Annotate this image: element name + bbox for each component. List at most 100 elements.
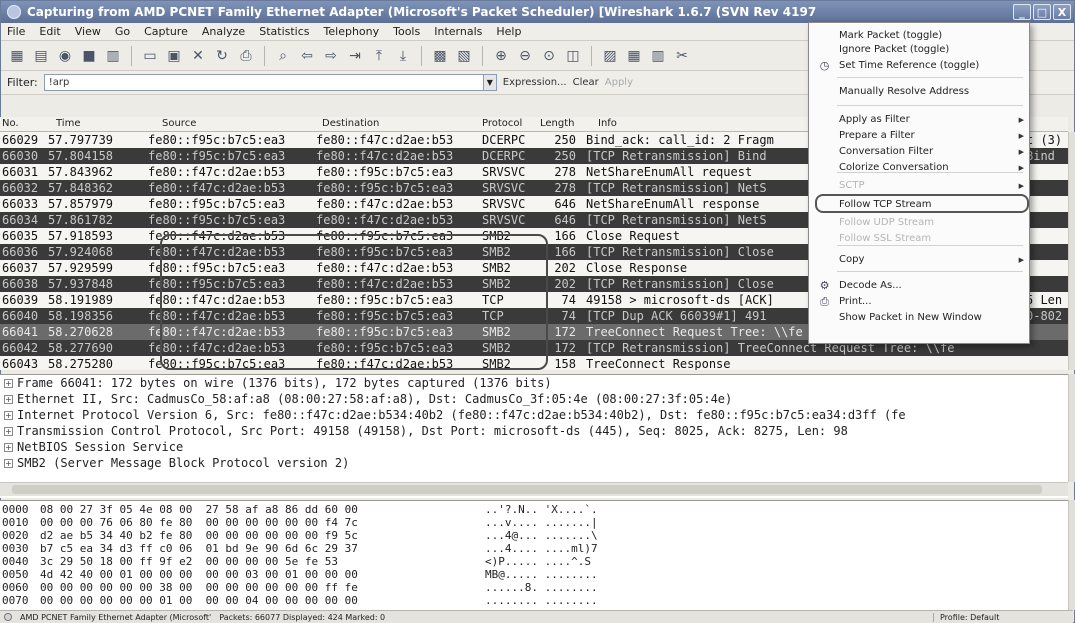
column-info[interactable]: Info xyxy=(598,118,617,129)
menu-capture[interactable]: Capture xyxy=(144,25,188,38)
expand-icon[interactable]: + xyxy=(4,427,13,436)
go-to-packet-icon[interactable]: ⇥ xyxy=(345,46,365,66)
menu-item-prepare-a-filter[interactable]: Prepare a Filter ▶ xyxy=(839,129,1024,143)
close-button[interactable]: X xyxy=(1053,4,1071,20)
menu-item-print[interactable]: Print... xyxy=(839,295,1024,309)
expand-icon[interactable]: + xyxy=(4,411,13,420)
go-back-icon[interactable]: ⇦ xyxy=(297,46,317,66)
open-file-icon[interactable]: ▭ xyxy=(140,46,160,66)
menu-internals[interactable]: Internals xyxy=(434,25,482,38)
packet-list-scrollbar[interactable] xyxy=(1068,132,1075,370)
menu-statistics[interactable]: Statistics xyxy=(259,25,309,38)
details-scrollbar[interactable] xyxy=(1068,374,1075,482)
maximize-button[interactable]: □ xyxy=(1033,4,1051,20)
menu-item-sctp[interactable]: SCTP ▶ xyxy=(839,179,1024,193)
autoscroll-icon[interactable]: ▧ xyxy=(454,46,474,66)
packet-info: [TCP Retransmission] Close xyxy=(586,277,774,291)
menu-view[interactable]: View xyxy=(75,25,101,38)
title-bar[interactable]: Capturing from AMD PCNET Family Ethernet… xyxy=(1,1,1074,23)
menu-item-copy[interactable]: Copy ▶ xyxy=(839,253,1024,267)
detail-ethernet-row[interactable]: + Ethernet II, Src: CadmusCo_58:af:a8 (08… xyxy=(0,391,1068,407)
expand-icon[interactable]: + xyxy=(4,395,13,404)
details-horizontal-scrollbar[interactable] xyxy=(0,482,1068,496)
column-length[interactable]: Length xyxy=(540,118,575,129)
packet-protocol: SRVSVC xyxy=(482,197,526,211)
zoom-out-icon[interactable]: ⊖ xyxy=(515,46,535,66)
menu-help[interactable]: Help xyxy=(496,25,521,38)
zoom-in-icon[interactable]: ⊕ xyxy=(491,46,511,66)
colorize-icon[interactable]: ▩ xyxy=(430,46,450,66)
detail-frame-row[interactable]: + Frame 66041: 172 bytes on wire (1376 bi… xyxy=(0,375,1068,391)
detail-ipv6-row[interactable]: + Internet Protocol Version 6, Src: fe80:… xyxy=(0,407,1068,423)
column-destination[interactable]: Destination xyxy=(322,118,379,129)
hex-row[interactable]: 0030 b7 c5 ea 34 d3 ff c0 06 01 bd 9e 90 … xyxy=(2,542,1068,555)
menu-analyze[interactable]: Analyze xyxy=(202,25,245,38)
capture-status-icon[interactable] xyxy=(4,613,12,621)
menu-item-ignore-packet-toggle[interactable]: Ignore Packet (toggle) xyxy=(839,43,1024,57)
zoom-normal-icon[interactable]: ⊙ xyxy=(539,46,559,66)
bytes-scrollbar[interactable] xyxy=(1068,500,1075,610)
column-no[interactable]: No. xyxy=(2,118,19,129)
minimize-button[interactable]: _ xyxy=(1013,4,1031,20)
menu-item-apply-as-filter[interactable]: Apply as Filter ▶ xyxy=(839,113,1024,127)
hex-row[interactable]: 0000 08 00 27 3f 05 4e 08 00 27 58 af a8 … xyxy=(2,503,1068,516)
interfaces-icon[interactable]: ▦ xyxy=(7,46,27,66)
menu-item-follow-udp-stream[interactable]: Follow UDP Stream xyxy=(839,216,1024,230)
hex-row[interactable]: 0010 00 00 00 76 06 80 fe 80 00 00 00 00 … xyxy=(2,516,1068,529)
menu-tools[interactable]: Tools xyxy=(393,25,420,38)
hex-row[interactable]: 0060 00 00 00 00 00 00 38 00 00 00 00 00 … xyxy=(2,581,1068,594)
menu-item-decode-as[interactable]: Decode As... xyxy=(839,279,1024,293)
save-file-icon[interactable]: ▣ xyxy=(164,46,184,66)
menu-file[interactable]: File xyxy=(7,25,25,38)
restart-capture-icon[interactable]: ▥ xyxy=(103,46,123,66)
reload-icon[interactable]: ↻ xyxy=(212,46,232,66)
first-packet-icon[interactable]: ⤒ xyxy=(369,46,389,66)
options-icon[interactable]: ▤ xyxy=(31,46,51,66)
detail-text: NetBIOS Session Service xyxy=(17,440,184,454)
start-capture-icon[interactable]: ◉ xyxy=(55,46,75,66)
menu-item-colorize-conversation[interactable]: Colorize Conversation ▶ xyxy=(839,161,1024,175)
last-packet-icon[interactable]: ⤓ xyxy=(393,46,413,66)
column-time[interactable]: Time xyxy=(56,118,80,129)
resize-columns-icon[interactable]: ◫ xyxy=(563,46,583,66)
menu-go[interactable]: Go xyxy=(115,25,130,38)
menu-item-set-time-reference-toggle[interactable]: Set Time Reference (toggle) xyxy=(839,59,1024,73)
coloring-rules-icon[interactable]: ▥ xyxy=(648,46,668,66)
display-filters-icon[interactable]: ▦ xyxy=(624,46,644,66)
detail-netbios-row[interactable]: + NetBIOS Session Service xyxy=(0,439,1068,455)
hex-row[interactable]: 0070 00 00 00 00 00 00 01 00 00 00 04 00 … xyxy=(2,594,1068,607)
expand-icon[interactable]: + xyxy=(4,443,13,452)
find-packet-icon[interactable]: ⌕ xyxy=(273,46,293,66)
status-profile[interactable]: Profile: Default xyxy=(933,612,1073,622)
menu-item-mark-packet-toggle[interactable]: Mark Packet (toggle) xyxy=(839,29,1024,43)
preferences-icon[interactable]: ✂ xyxy=(672,46,692,66)
hex-row[interactable]: 0020 d2 ae b5 34 40 b2 fe 80 00 00 00 00 … xyxy=(2,529,1068,542)
menu-item-follow-ssl-stream[interactable]: Follow SSL Stream xyxy=(839,232,1024,246)
apply-button[interactable]: Apply xyxy=(605,77,633,88)
display-filter-input[interactable] xyxy=(43,74,484,91)
hex-row[interactable]: 0040 3c 29 50 18 00 ff 9f e2 00 00 00 00 … xyxy=(2,555,1068,568)
expand-icon[interactable]: + xyxy=(4,459,13,468)
stop-capture-icon[interactable]: ■ xyxy=(79,46,99,66)
detail-smb2-row[interactable]: + SMB2 (Server Message Block Protocol ver… xyxy=(0,455,1068,471)
packet-row[interactable]: 66043 58.275280 fe80::f95c:b7c5:ea3 fe80::f… xyxy=(0,356,1068,370)
close-file-icon[interactable]: ✕ xyxy=(188,46,208,66)
menu-item-follow-tcp-stream[interactable]: Follow TCP Stream xyxy=(839,198,1024,212)
go-forward-icon[interactable]: ⇨ xyxy=(321,46,341,66)
filter-dropdown-icon[interactable]: ▼ xyxy=(482,74,497,91)
column-protocol[interactable]: Protocol xyxy=(482,118,522,129)
menu-item-show-packet-in-new-window[interactable]: Show Packet in New Window xyxy=(839,311,1024,325)
menu-item-conversation-filter[interactable]: Conversation Filter ▶ xyxy=(839,145,1024,159)
print-icon[interactable]: ⎙ xyxy=(236,46,256,66)
menu-edit[interactable]: Edit xyxy=(39,25,60,38)
column-source[interactable]: Source xyxy=(162,118,196,129)
menu-telephony[interactable]: Telephony xyxy=(324,25,380,38)
expression-button[interactable]: Expression... xyxy=(503,77,567,88)
menu-item-manually-resolve-address[interactable]: Manually Resolve Address xyxy=(839,85,1024,99)
capture-filters-icon[interactable]: ▨ xyxy=(600,46,620,66)
hex-row[interactable]: 0050 4d 42 40 00 01 00 00 00 00 00 03 00 … xyxy=(2,568,1068,581)
clear-button[interactable]: Clear xyxy=(573,77,599,88)
scrollbar-thumb[interactable] xyxy=(12,485,1042,494)
expand-icon[interactable]: + xyxy=(4,379,13,388)
detail-tcp-row[interactable]: + Transmission Control Protocol, Src Port… xyxy=(0,423,1068,439)
